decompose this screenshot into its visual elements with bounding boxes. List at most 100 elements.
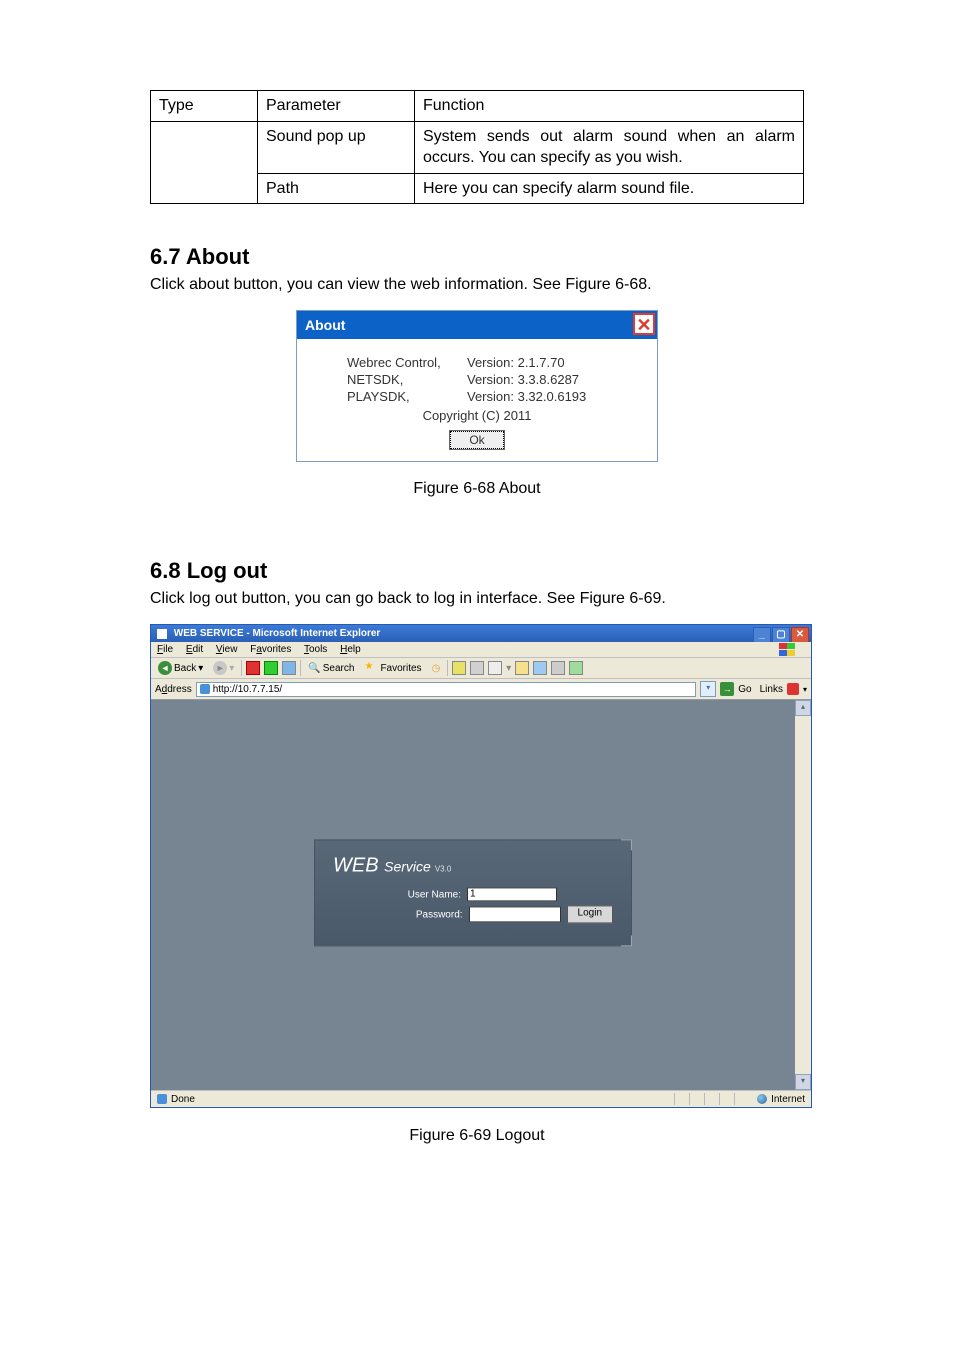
go-button[interactable]: → — [720, 682, 734, 696]
ok-button[interactable]: Ok — [450, 431, 503, 449]
search-label: Search — [323, 663, 355, 674]
address-dropdown-icon[interactable]: ▾ — [700, 681, 716, 697]
toolbar-icon[interactable] — [569, 661, 583, 675]
web-service-logo: WEB Service V3.0 — [333, 855, 613, 878]
menu-tools[interactable]: Tools — [304, 644, 327, 655]
close-icon[interactable]: ✕ — [633, 313, 655, 335]
ie-menubar: File Edit View Favorites Tools Help — [151, 642, 811, 658]
menu-help[interactable]: Help — [340, 644, 361, 655]
about-copyright: Copyright (C) 2011 — [317, 408, 637, 423]
favorites-button[interactable]: ★ Favorites — [361, 660, 424, 676]
history-button[interactable]: ◷ — [429, 662, 444, 675]
about-title: About — [305, 317, 345, 333]
print-icon[interactable] — [470, 661, 484, 675]
star-icon: ★ — [364, 661, 378, 675]
cell-type — [151, 121, 258, 204]
about-row-value: Version: 3.32.0.6193 — [467, 389, 586, 404]
figure-caption-about: Figure 6-68 About — [150, 480, 804, 498]
scroll-up-icon[interactable]: ▴ — [795, 700, 811, 716]
about-row-label: Webrec Control, — [317, 355, 467, 370]
ie-app-icon — [157, 629, 167, 639]
username-label: User Name: — [408, 889, 461, 900]
back-label: Back — [174, 663, 196, 674]
password-label: Password: — [416, 909, 463, 920]
address-field[interactable]: http://10.7.7.15/ — [196, 682, 697, 697]
separator — [447, 660, 448, 676]
menu-favorites[interactable]: Favorites — [250, 644, 291, 655]
th-function: Function — [415, 91, 804, 122]
logout-description: Click log out button, you can go back to… — [150, 590, 804, 608]
ie-statusbar: Done Internet — [151, 1090, 811, 1107]
edit-icon[interactable] — [488, 661, 502, 675]
ie-addressbar: Address http://10.7.7.15/ ▾ → Go Links ▾ — [151, 679, 811, 700]
links-label[interactable]: Links — [760, 684, 783, 695]
separator — [300, 660, 301, 676]
about-row-value: Version: 3.3.8.6287 — [467, 372, 579, 387]
chevron-down-icon: ▾ — [803, 685, 807, 694]
about-row-value: Version: 2.1.7.70 — [467, 355, 565, 370]
table-row: Sound pop up System sends out alarm soun… — [151, 121, 804, 173]
forward-button[interactable]: ► ▾ — [210, 660, 237, 676]
minimize-icon[interactable]: _ — [753, 627, 771, 643]
ie-window-title: WEB SERVICE - Microsoft Internet Explore… — [174, 628, 381, 639]
menu-file[interactable]: File — [157, 644, 173, 655]
login-button[interactable]: Login — [567, 906, 613, 924]
stop-icon[interactable] — [246, 661, 260, 675]
ms-flag-icon — [779, 643, 797, 657]
ie-titlebar: WEB SERVICE - Microsoft Internet Explore… — [151, 625, 811, 642]
cell-param: Path — [258, 173, 415, 204]
separator — [241, 660, 242, 676]
ie-viewport: ▴ ▾ WEB Service V3.0 User Name: 1 — [151, 700, 811, 1090]
toolbar-icon[interactable] — [551, 661, 565, 675]
scrollbar[interactable]: ▴ ▾ — [795, 700, 811, 1090]
chevron-down-icon: ▾ — [229, 663, 234, 674]
refresh-icon[interactable] — [264, 661, 278, 675]
status-cells — [674, 1093, 749, 1105]
maximize-icon[interactable]: ▢ — [772, 627, 790, 643]
about-row-label: NETSDK, — [317, 372, 467, 387]
zone-text: Internet — [771, 1094, 805, 1105]
mail-icon[interactable] — [452, 661, 466, 675]
username-field[interactable]: 1 — [467, 888, 557, 902]
ie-window: WEB SERVICE - Microsoft Internet Explore… — [150, 624, 812, 1108]
parameter-table: Type Parameter Function Sound pop up Sys… — [150, 90, 804, 204]
back-icon: ◄ — [158, 661, 172, 675]
internet-zone-icon — [757, 1094, 767, 1104]
version-text: V3.0 — [435, 865, 451, 874]
close-icon[interactable]: ✕ — [791, 627, 809, 643]
forward-icon: ► — [213, 661, 227, 675]
chevron-down-icon: ▾ — [506, 663, 511, 674]
toolbar-icon[interactable] — [533, 661, 547, 675]
th-parameter: Parameter — [258, 91, 415, 122]
heading-about: 6.7 About — [150, 244, 804, 270]
favorites-label: Favorites — [380, 663, 421, 674]
home-icon[interactable] — [282, 661, 296, 675]
th-type: Type — [151, 91, 258, 122]
password-field[interactable] — [469, 907, 561, 923]
cell-func: System sends out alarm sound when an ala… — [415, 121, 804, 173]
toolbar-icon[interactable] — [515, 661, 529, 675]
menu-view[interactable]: View — [216, 644, 238, 655]
page-icon — [200, 684, 210, 694]
about-row-label: PLAYSDK, — [317, 389, 467, 404]
address-label: Address — [155, 684, 192, 695]
about-dialog: About ✕ Webrec Control, Version: 2.1.7.7… — [296, 310, 658, 462]
back-button[interactable]: ◄ Back ▾ — [155, 660, 206, 676]
ie-toolbar: ◄ Back ▾ ► ▾ 🔍 Search ★ — [151, 658, 811, 679]
search-button[interactable]: 🔍 Search — [305, 662, 357, 675]
done-icon — [157, 1094, 167, 1104]
brand-text: WEB — [333, 855, 379, 877]
corner-decoration — [621, 840, 632, 851]
corner-decoration — [621, 936, 632, 947]
address-value: http://10.7.7.15/ — [213, 684, 283, 695]
history-icon: ◷ — [432, 663, 441, 674]
heading-logout: 6.8 Log out — [150, 558, 804, 584]
scroll-down-icon[interactable]: ▾ — [795, 1074, 811, 1090]
links-icon[interactable] — [787, 683, 799, 695]
cell-param: Sound pop up — [258, 121, 415, 173]
service-text: Service — [384, 859, 431, 875]
figure-caption-logout: Figure 6-69 Logout — [150, 1127, 804, 1145]
menu-edit[interactable]: Edit — [186, 644, 203, 655]
go-label: Go — [738, 684, 751, 695]
about-titlebar: About ✕ — [297, 311, 657, 339]
